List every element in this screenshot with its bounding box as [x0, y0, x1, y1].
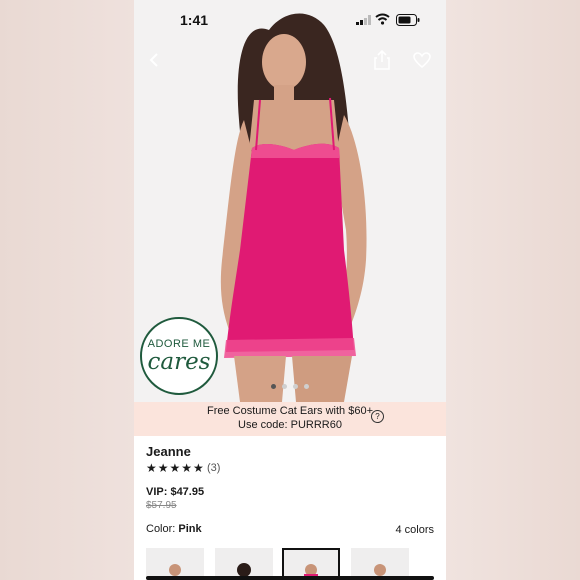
review-count[interactable]: (3)	[207, 462, 220, 474]
vip-price: VIP: $47.95	[146, 486, 205, 498]
add-to-bag-bar[interactable]	[146, 576, 434, 580]
gallery-dot[interactable]	[271, 384, 276, 389]
gallery-dot[interactable]	[282, 384, 287, 389]
battery-icon	[396, 14, 420, 26]
gallery-dot[interactable]	[293, 384, 298, 389]
favorite-button[interactable]	[410, 48, 434, 72]
share-button[interactable]	[370, 48, 394, 72]
rating-stars[interactable]: ★★★★★	[146, 461, 205, 475]
status-time: 1:41	[180, 12, 209, 28]
chevron-left-icon	[149, 53, 158, 67]
promo-banner: Free Costume Cat Ears with $60+ Use code…	[134, 402, 446, 436]
phone-screen: 1:41 ADORE ME cares Free Costume Cat Ear…	[134, 0, 446, 580]
color-label: Color:	[146, 523, 179, 535]
status-bar: 1:41	[134, 0, 446, 40]
gallery-dot[interactable]	[304, 384, 309, 389]
promo-line1: Free Costume Cat Ears with $60+	[207, 405, 373, 417]
color-selector-label: Color: Pink	[146, 523, 202, 535]
promo-line2: Use code: PURRR60	[238, 419, 342, 431]
product-name: Jeanne	[146, 444, 191, 459]
help-icon[interactable]: ?	[371, 410, 384, 423]
original-price: $57.95	[146, 500, 177, 511]
badge-line2: cares	[147, 349, 211, 375]
heart-icon	[413, 52, 431, 68]
signal-icon	[356, 15, 371, 25]
wifi-icon	[375, 13, 390, 25]
color-value: Pink	[178, 523, 202, 535]
back-button[interactable]	[142, 48, 166, 72]
share-icon	[374, 50, 390, 70]
swatch-image	[304, 564, 318, 578]
colors-count[interactable]: 4 colors	[395, 524, 434, 536]
gallery-dots	[134, 384, 446, 389]
